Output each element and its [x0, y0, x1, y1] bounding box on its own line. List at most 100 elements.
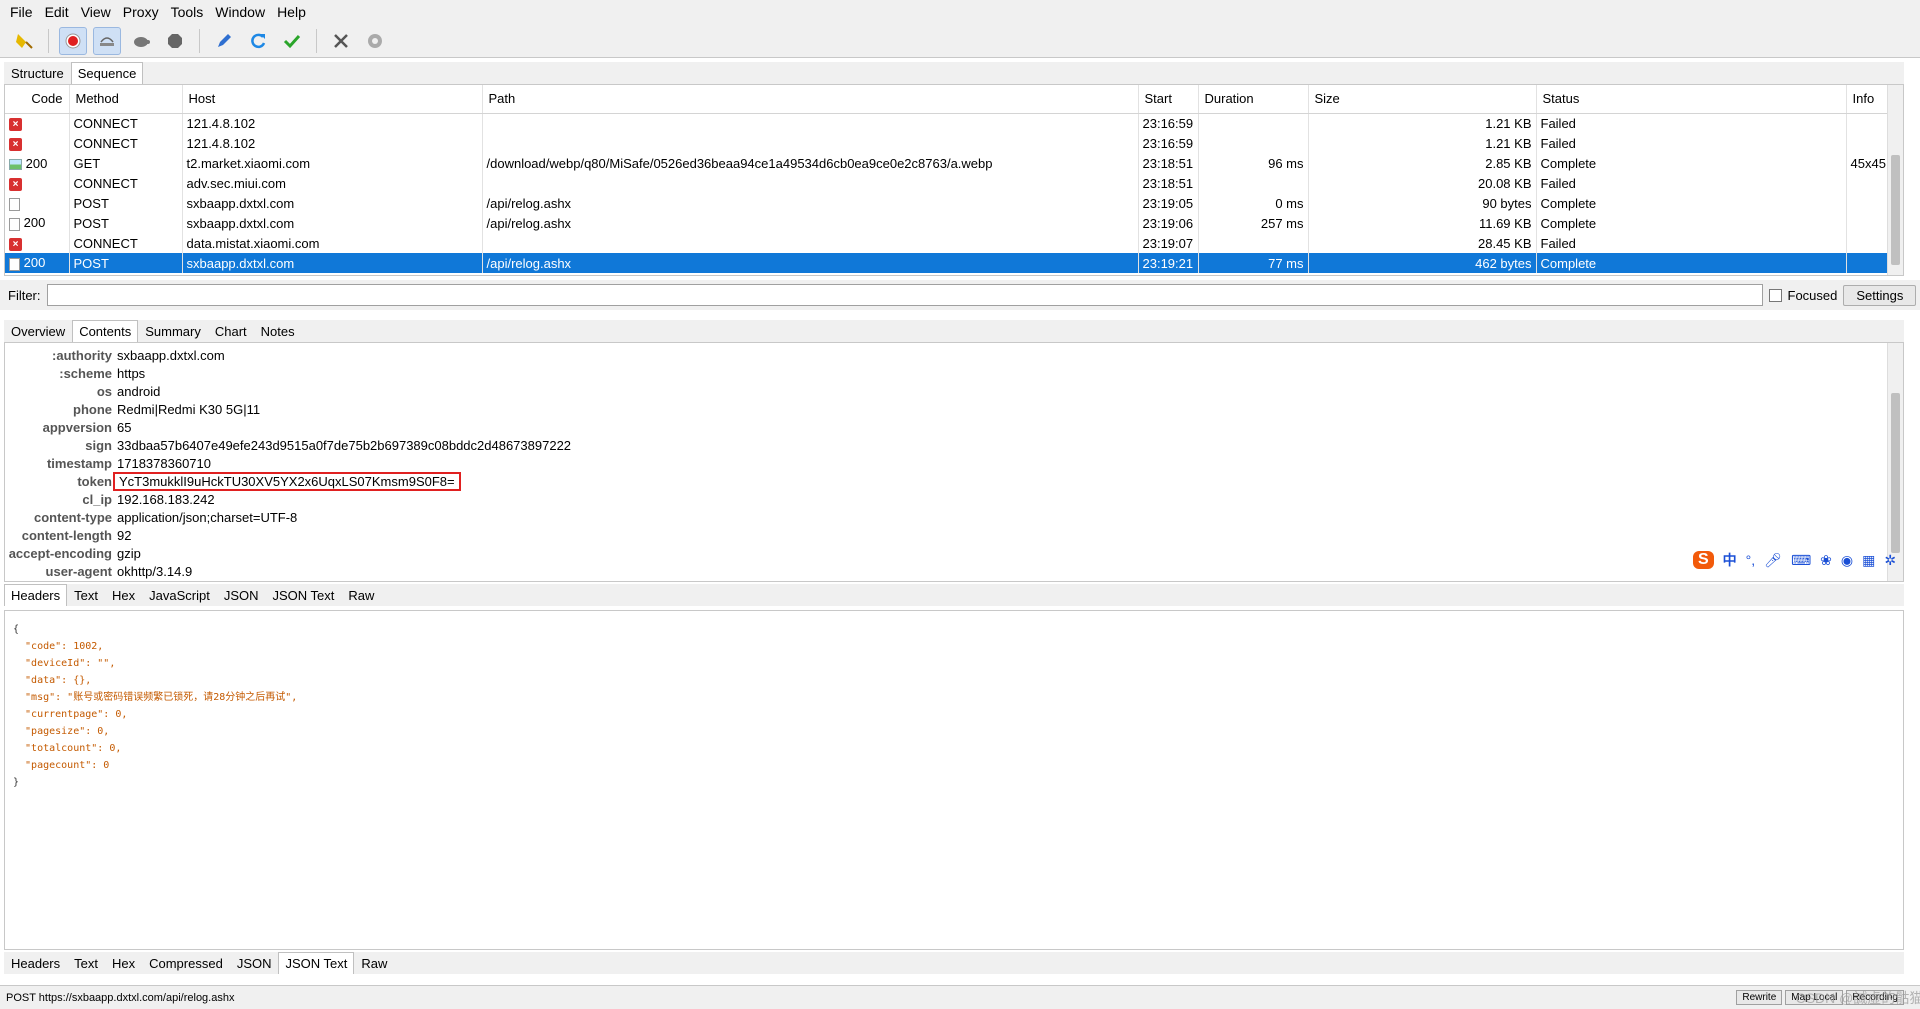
punctuation-icon[interactable]: °,: [1746, 552, 1756, 568]
menu-proxy[interactable]: Proxy: [117, 0, 165, 24]
filter-input[interactable]: [46, 284, 1763, 306]
header-value: sxbaapp.dxtxl.com: [117, 347, 225, 363]
resp-tab-json[interactable]: JSON: [230, 952, 279, 974]
row-path: [482, 233, 1139, 253]
table-row[interactable]: × CONNECT adv.sec.miui.com 23:18:51 20.0…: [5, 173, 1891, 193]
column-header-host[interactable]: Host: [182, 85, 483, 114]
row-size: 28.45 KB: [1308, 233, 1537, 253]
row-method: CONNECT: [69, 133, 183, 153]
header-row: content-type application/json;charset=UTF…: [5, 508, 1903, 526]
header-row: content-length 92: [5, 526, 1903, 544]
settings-icon[interactable]: ✲: [1884, 552, 1896, 569]
skin-icon[interactable]: ❀: [1820, 552, 1832, 569]
resp-tab-text[interactable]: Text: [67, 952, 105, 974]
tab-summary[interactable]: Summary: [138, 320, 208, 342]
settings-button[interactable]: Settings: [1843, 284, 1917, 306]
check-icon[interactable]: [278, 27, 306, 55]
req-tab-text[interactable]: Text: [67, 584, 105, 606]
row-host: data.mistat.xiaomi.com: [182, 233, 483, 253]
failed-icon: ×: [9, 117, 22, 131]
tab-overview[interactable]: Overview: [4, 320, 72, 342]
json-line: "pagesize": 0,: [13, 726, 110, 737]
menu-tools[interactable]: Tools: [165, 0, 210, 24]
tools-icon[interactable]: [327, 27, 355, 55]
req-tab-hex[interactable]: Hex: [105, 584, 142, 606]
row-host: 121.4.8.102: [182, 113, 483, 133]
menu-edit[interactable]: Edit: [39, 0, 75, 24]
json-line: "totalcount": 0,: [13, 743, 122, 754]
row-duration: [1198, 233, 1309, 253]
row-duration: [1198, 173, 1309, 193]
table-row[interactable]: × CONNECT 121.4.8.102 23:16:59 1.21 KB F…: [5, 113, 1891, 133]
throttle-icon[interactable]: [93, 26, 121, 55]
column-header-path[interactable]: Path: [482, 85, 1139, 114]
tab-chart[interactable]: Chart: [208, 320, 254, 342]
row-host: t2.market.xiaomi.com: [182, 153, 483, 173]
table-scrollbar[interactable]: [1887, 85, 1903, 275]
resp-tab-hex[interactable]: Hex: [105, 952, 142, 974]
resp-tab-json-text[interactable]: JSON Text: [278, 952, 355, 974]
resp-tab-raw[interactable]: Raw: [354, 952, 394, 974]
menu-window[interactable]: Window: [209, 0, 271, 24]
game-icon[interactable]: ◉: [1841, 552, 1853, 569]
tab-structure[interactable]: Structure: [4, 62, 71, 84]
refresh-icon[interactable]: [244, 27, 272, 55]
column-header-start[interactable]: Start: [1138, 85, 1199, 114]
resp-tab-compressed[interactable]: Compressed: [142, 952, 230, 974]
header-key: sign: [85, 437, 112, 453]
menu-help[interactable]: Help: [271, 0, 312, 24]
row-method: POST: [69, 253, 183, 273]
tab-contents[interactable]: Contents: [72, 320, 139, 342]
row-start: 23:19:05: [1138, 193, 1199, 213]
row-method: CONNECT: [69, 233, 183, 253]
table-row[interactable]: × CONNECT 121.4.8.102 23:16:59 1.21 KB F…: [5, 133, 1891, 153]
table-row[interactable]: 200 GET t2.market.xiaomi.com /download/w…: [5, 153, 1891, 173]
headers-scrollbar[interactable]: [1887, 343, 1903, 581]
header-row: :scheme https: [5, 364, 1903, 382]
microphone-icon[interactable]: 🎤︎: [1764, 552, 1782, 569]
column-header-info[interactable]: Info: [1846, 85, 1891, 114]
header-row: :authority sxbaapp.dxtxl.com: [5, 346, 1903, 364]
tab-notes[interactable]: Notes: [254, 320, 302, 342]
menu-view[interactable]: View: [75, 0, 117, 24]
req-tab-json[interactable]: JSON: [217, 584, 266, 606]
record-icon[interactable]: [59, 26, 87, 55]
keyboard-icon[interactable]: ⌨: [1791, 552, 1811, 569]
column-header-size[interactable]: Size: [1308, 85, 1537, 114]
resp-tab-headers[interactable]: Headers: [4, 952, 67, 974]
header-row: appversion 65: [5, 418, 1903, 436]
ime-mode-label[interactable]: 中: [1723, 550, 1737, 570]
focused-checkbox[interactable]: [1768, 288, 1782, 302]
column-header-duration[interactable]: Duration: [1198, 85, 1309, 114]
table-row-selected[interactable]: 200 POST sxbaapp.dxtxl.com /api/relog.as…: [5, 253, 1891, 273]
header-row: cl_ip 192.168.183.242: [5, 490, 1903, 508]
grid-icon[interactable]: ▦: [1862, 552, 1875, 569]
row-method: POST: [69, 213, 183, 233]
stop-icon[interactable]: [161, 27, 189, 55]
table-row[interactable]: × CONNECT data.mistat.xiaomi.com 23:19:0…: [5, 233, 1891, 253]
image-icon: [9, 158, 22, 170]
sogou-logo-icon[interactable]: S: [1693, 551, 1714, 569]
req-tab-headers[interactable]: Headers: [4, 584, 68, 606]
column-header-status[interactable]: Status: [1536, 85, 1847, 114]
table-row[interactable]: POST sxbaapp.dxtxl.com /api/relog.ashx 2…: [5, 193, 1891, 213]
menu-file[interactable]: File: [4, 0, 39, 24]
row-path: /api/relog.ashx: [482, 193, 1139, 213]
header-row: accept-encoding gzip: [5, 544, 1903, 562]
rewrite-button[interactable]: Rewrite: [1736, 990, 1783, 1005]
failed-icon: ×: [9, 137, 22, 151]
column-header-method[interactable]: Method: [69, 85, 183, 114]
gear-icon[interactable]: [361, 27, 389, 55]
broom-icon[interactable]: [10, 27, 38, 55]
filter-label: Filter:: [8, 287, 41, 303]
req-tab-javascript[interactable]: JavaScript: [142, 584, 217, 606]
pen-icon[interactable]: [210, 27, 238, 55]
table-row[interactable]: 200 POST sxbaapp.dxtxl.com /api/relog.as…: [5, 213, 1891, 233]
column-header-code[interactable]: Code: [5, 85, 70, 114]
tab-sequence[interactable]: Sequence: [70, 62, 144, 84]
header-key: cl_ip: [82, 491, 112, 507]
req-tab-raw[interactable]: Raw: [341, 584, 381, 606]
turtle-icon[interactable]: [127, 27, 155, 55]
req-tab-json-text[interactable]: JSON Text: [265, 584, 341, 606]
row-duration: 257 ms: [1198, 213, 1309, 233]
